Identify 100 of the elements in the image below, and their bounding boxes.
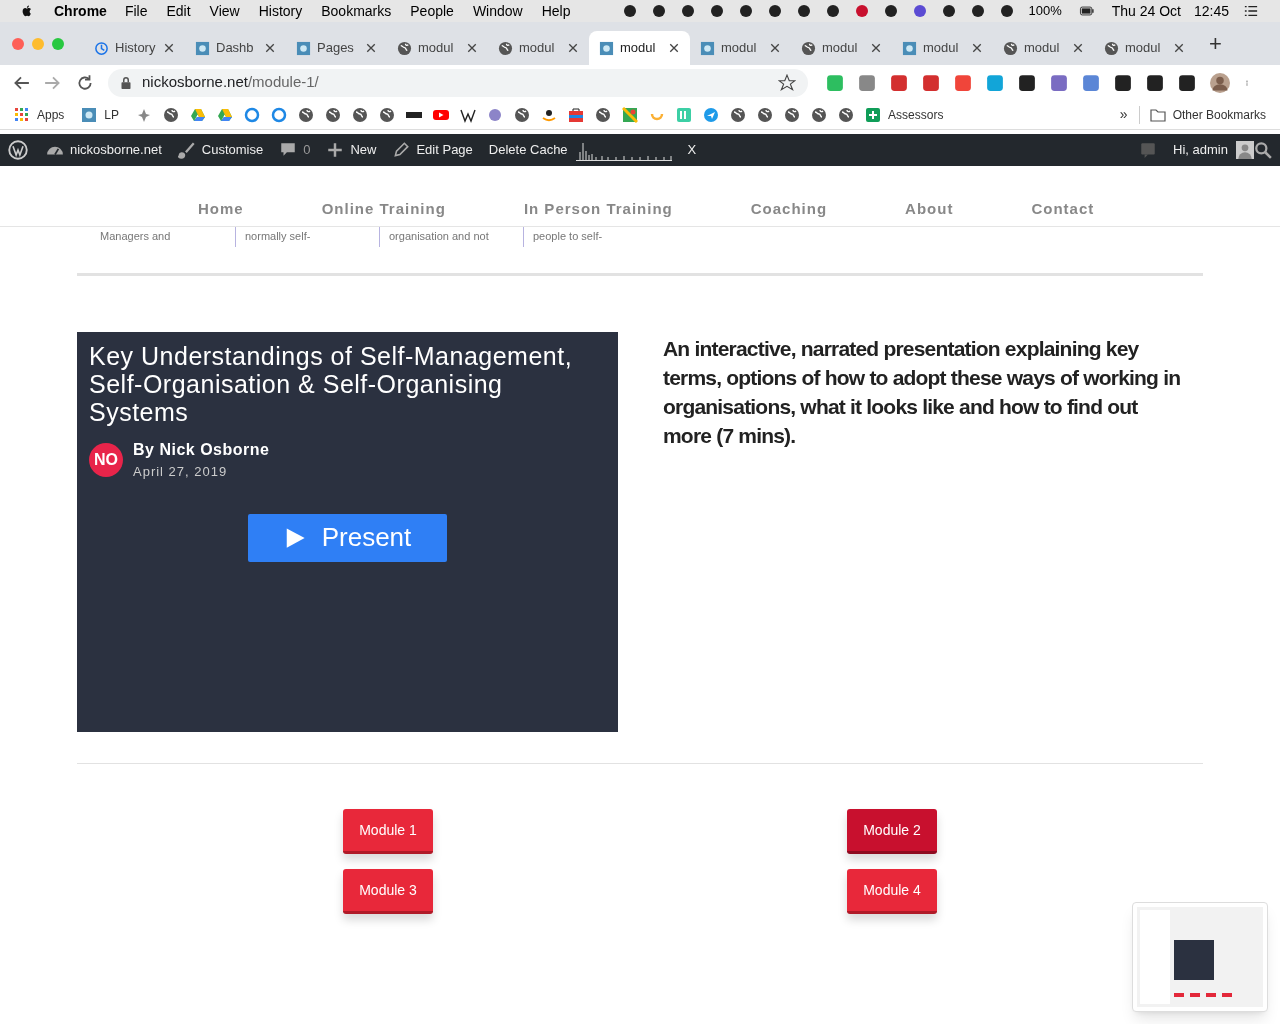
bookmark-item[interactable]: LP bbox=[81, 105, 120, 124]
globe-icon[interactable] bbox=[514, 106, 531, 123]
folder-icon bbox=[1149, 106, 1166, 123]
comments-link[interactable]: 0 bbox=[271, 140, 319, 160]
extension-icon[interactable] bbox=[1114, 73, 1132, 92]
site-icon bbox=[700, 40, 715, 56]
publish-date: April 27, 2019 bbox=[133, 463, 229, 481]
plane-icon[interactable] bbox=[703, 106, 720, 123]
map-icon[interactable] bbox=[622, 106, 639, 123]
star-icon[interactable] bbox=[778, 73, 796, 92]
app-menu[interactable]: Chrome bbox=[54, 0, 107, 22]
edit-page-link[interactable]: Edit Page bbox=[384, 140, 481, 160]
globe-icon[interactable] bbox=[163, 106, 180, 123]
extension-icon[interactable] bbox=[1178, 73, 1196, 92]
globe-icon[interactable] bbox=[757, 106, 774, 123]
bookmark-item[interactable]: Assessors bbox=[865, 105, 944, 124]
browser-tab[interactable]: modul bbox=[690, 31, 791, 65]
apple-icon[interactable] bbox=[20, 4, 34, 18]
module-button[interactable]: Module 4 bbox=[847, 869, 937, 914]
globe-icon[interactable] bbox=[352, 106, 369, 123]
close-icon[interactable] bbox=[971, 42, 983, 54]
menu-item[interactable]: Bookmarks bbox=[321, 0, 392, 22]
dismiss-link[interactable]: X bbox=[679, 140, 705, 160]
globe-icon[interactable] bbox=[784, 106, 801, 123]
menu-item[interactable]: History bbox=[258, 0, 303, 22]
globe-icon[interactable] bbox=[379, 106, 396, 123]
excerpt-text: organisation and not bbox=[389, 229, 490, 243]
menu-item[interactable]: Window bbox=[472, 0, 523, 22]
spiral-icon[interactable] bbox=[271, 106, 288, 123]
other-bookmarks-folder[interactable]: Other Bookmarks bbox=[1138, 105, 1266, 124]
customise-link[interactable]: Customise bbox=[169, 140, 272, 160]
close-icon[interactable] bbox=[264, 42, 276, 54]
browser-tab[interactable]: modul bbox=[387, 31, 488, 65]
globe-icon[interactable] bbox=[595, 106, 612, 123]
bag-icon[interactable] bbox=[568, 106, 585, 123]
nav-link[interactable]: About bbox=[905, 197, 954, 220]
author-name: By Nick Osborne bbox=[133, 440, 270, 460]
battery-percentage: 100% bbox=[1028, 2, 1062, 21]
site-icon bbox=[599, 40, 614, 56]
browser-tab[interactable]: Pages bbox=[286, 31, 387, 65]
spiral-icon[interactable] bbox=[244, 106, 261, 123]
browser-tab[interactable]: modul bbox=[993, 31, 1094, 65]
excerpt-text: people to self- bbox=[533, 229, 604, 243]
module-button[interactable]: Module 1 bbox=[343, 809, 433, 854]
triangle-logo-icon[interactable] bbox=[190, 106, 207, 123]
browser-tab[interactable]: History bbox=[84, 31, 185, 65]
globe-icon[interactable] bbox=[838, 106, 855, 123]
module-button[interactable]: Module 2 bbox=[847, 809, 937, 854]
browser-tab[interactable]: modul bbox=[892, 31, 993, 65]
close-icon[interactable] bbox=[769, 42, 781, 54]
close-icon[interactable] bbox=[365, 42, 377, 54]
account-menu[interactable]: Hi, admin bbox=[1165, 140, 1236, 160]
module-button[interactable]: Module 3 bbox=[343, 869, 433, 914]
browser-tab[interactable]: modul bbox=[589, 31, 690, 65]
nav-link[interactable]: Home bbox=[198, 197, 244, 220]
menu-item[interactable]: People bbox=[410, 0, 454, 22]
triangle-logo-icon[interactable] bbox=[217, 106, 234, 123]
reload-icon[interactable] bbox=[76, 73, 94, 92]
browser-tab[interactable]: modul bbox=[791, 31, 892, 65]
presentation-title: Key Understandings of Self-Management, Self-Organisation & Self-Organising Systems bbox=[89, 342, 574, 426]
delete-cache-link[interactable]: Delete Cache bbox=[480, 140, 576, 160]
site-name-link[interactable]: nickosborne.net bbox=[38, 140, 170, 160]
globe-icon[interactable] bbox=[325, 106, 342, 123]
close-icon[interactable] bbox=[163, 42, 175, 54]
close-icon[interactable] bbox=[1173, 42, 1185, 54]
address-bar[interactable]: nickosborne.net/module-1/ bbox=[108, 68, 808, 97]
close-icon[interactable] bbox=[1072, 42, 1084, 54]
close-icon[interactable] bbox=[466, 42, 478, 54]
globe-icon bbox=[1104, 40, 1119, 56]
menu-item[interactable]: File bbox=[124, 0, 148, 22]
globe-icon[interactable] bbox=[811, 106, 828, 123]
close-icon[interactable] bbox=[668, 42, 680, 54]
menu-item[interactable]: View bbox=[209, 0, 240, 22]
close-icon[interactable] bbox=[567, 42, 579, 54]
nav-link[interactable]: Coaching bbox=[750, 197, 828, 220]
plus-icon bbox=[326, 141, 345, 159]
nav-link[interactable]: Online Training bbox=[321, 197, 446, 220]
extension-icon[interactable] bbox=[1018, 73, 1036, 92]
avatar-icon[interactable] bbox=[1210, 72, 1230, 93]
present-button[interactable]: Present bbox=[248, 513, 447, 562]
circle-logo-icon[interactable] bbox=[487, 106, 504, 123]
globe-icon[interactable] bbox=[730, 106, 747, 123]
new-tab-button[interactable]: + bbox=[1209, 32, 1222, 55]
browser-tab[interactable]: Dashb bbox=[185, 31, 286, 65]
wordpress-logo-icon[interactable] bbox=[8, 140, 28, 160]
globe-icon[interactable] bbox=[298, 106, 315, 123]
more-bookmarks-button[interactable]: » bbox=[1119, 104, 1128, 125]
spreadsheet-icon bbox=[865, 106, 882, 123]
new-content-link[interactable]: New bbox=[318, 140, 385, 160]
menu-item[interactable]: Help bbox=[541, 0, 571, 22]
date-text: Thu 24 Oct bbox=[1111, 1, 1181, 21]
browser-tab[interactable]: modul bbox=[488, 31, 589, 65]
bookmark-item[interactable]: Apps bbox=[14, 105, 65, 124]
menu-item[interactable]: Edit bbox=[166, 0, 191, 22]
nav-link[interactable]: Contact bbox=[1031, 197, 1095, 220]
list-icon[interactable] bbox=[1242, 4, 1260, 18]
extension-icon[interactable] bbox=[1146, 73, 1164, 92]
close-icon[interactable] bbox=[870, 42, 882, 54]
nav-link[interactable]: In Person Training bbox=[523, 197, 673, 220]
browser-tab[interactable]: modul bbox=[1094, 31, 1195, 65]
